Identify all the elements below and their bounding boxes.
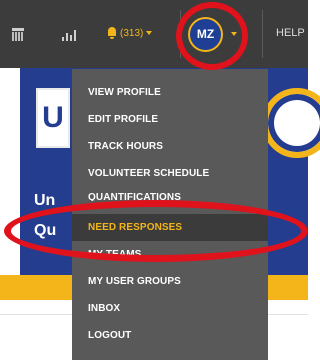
menu-item-need-responses[interactable]: NEED RESPONSES xyxy=(72,214,268,241)
menu-item-track-hours[interactable]: TRACK HOURS xyxy=(72,133,268,160)
menu-item-logout[interactable]: LOGOUT xyxy=(72,322,268,349)
chart-icon[interactable] xyxy=(62,27,76,41)
menu-item-volunteer-schedule[interactable]: VOLUNTEER SCHEDULE xyxy=(72,160,268,187)
chevron-down-icon xyxy=(146,31,153,35)
organization-logo: U xyxy=(36,88,70,148)
banner-edge xyxy=(0,68,20,275)
help-link[interactable]: HELP xyxy=(276,27,305,39)
user-dropdown-menu: VIEW PROFILE EDIT PROFILE TRACK HOURS VO… xyxy=(72,69,268,360)
chevron-down-icon xyxy=(231,32,237,36)
user-menu-button[interactable]: MZ xyxy=(188,16,237,52)
notifications-button[interactable]: (313) xyxy=(107,24,153,42)
menu-item-view-profile[interactable]: VIEW PROFILE xyxy=(72,79,268,106)
menu-item-quantifications[interactable]: QUANTIFICATIONS xyxy=(72,187,268,201)
menu-item-my-teams[interactable]: MY TEAMS xyxy=(72,241,268,268)
notifications-count: (313) xyxy=(120,27,144,39)
banner-title-line1: Un xyxy=(34,192,56,209)
menu-item-edit-profile[interactable]: EDIT PROFILE xyxy=(72,106,268,133)
banner-title-line2: Qu xyxy=(34,222,57,239)
calendar-icon[interactable] xyxy=(12,28,24,42)
bell-icon xyxy=(107,27,117,39)
nav-divider xyxy=(180,10,181,58)
menu-item-inbox[interactable]: INBOX xyxy=(72,295,268,322)
menu-item-my-user-groups[interactable]: MY USER GROUPS xyxy=(72,268,268,295)
avatar[interactable]: MZ xyxy=(188,16,223,52)
top-navigation-bar: (313) MZ HELP xyxy=(0,0,308,68)
banner-title: Un Qu xyxy=(34,186,56,246)
nav-divider xyxy=(262,10,263,58)
